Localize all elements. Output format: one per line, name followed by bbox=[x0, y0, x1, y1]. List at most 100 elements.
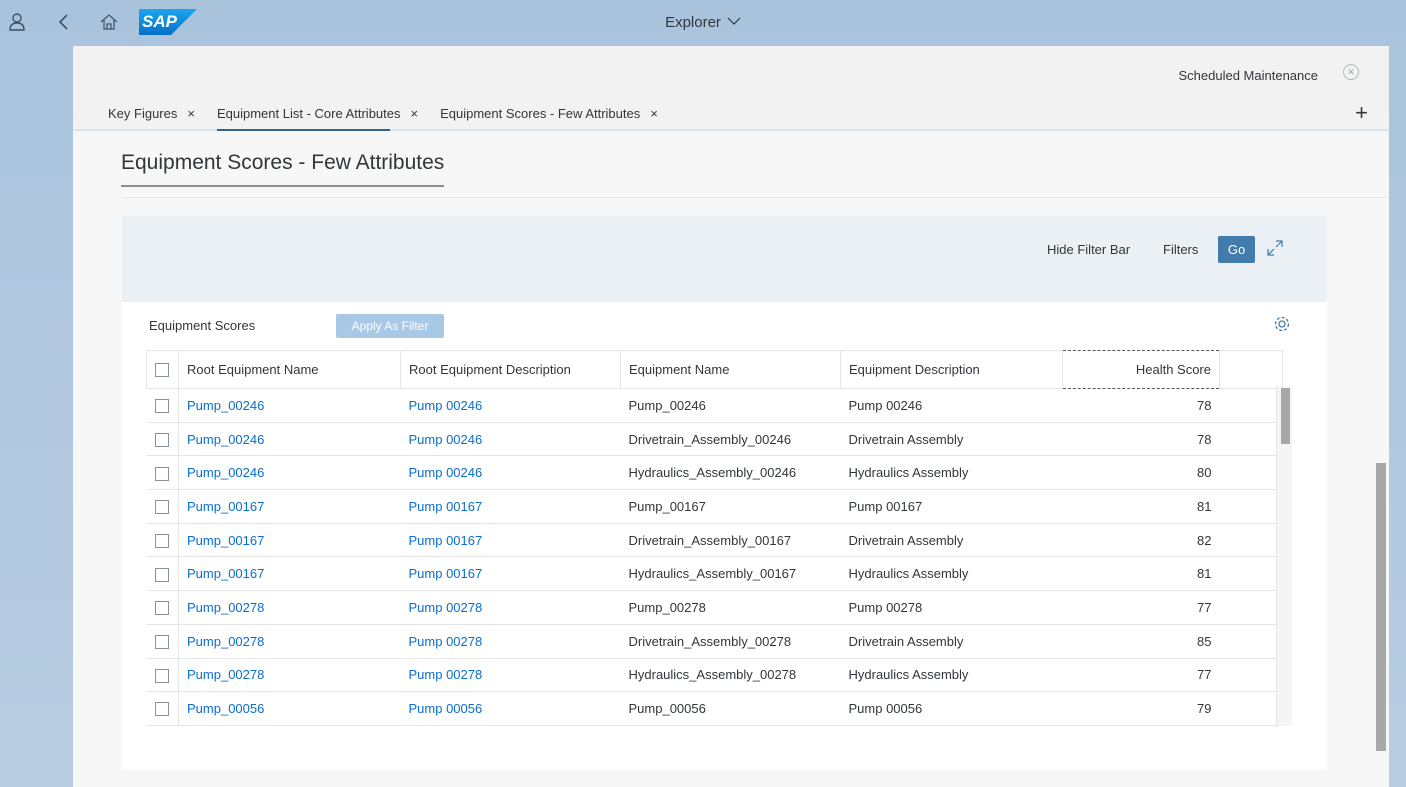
root-equipment-name-link[interactable]: Pump_00278 bbox=[187, 634, 264, 649]
filler-cell bbox=[1219, 624, 1283, 659]
table-cell: Pump_00167 bbox=[178, 489, 401, 524]
select-all-checkbox[interactable] bbox=[155, 363, 169, 378]
table-cell: Hydraulics Assembly bbox=[840, 455, 1063, 491]
root-equipment-description-link[interactable]: Pump 00167 bbox=[409, 499, 483, 514]
filler-cell bbox=[1219, 590, 1283, 625]
shell-title-text: Explorer bbox=[665, 14, 721, 31]
table-row[interactable]: Pump_00278 Pump 00278 Pump_00278 Pump 00278… bbox=[146, 590, 1283, 625]
add-icon[interactable]: + bbox=[1355, 100, 1368, 126]
row-checkbox[interactable] bbox=[154, 567, 169, 582]
table-cell: Pump 00167 bbox=[840, 489, 1063, 524]
sap-logo[interactable]: SAP bbox=[139, 9, 197, 35]
table-scrollbar[interactable] bbox=[1276, 386, 1292, 726]
tab-equipment-list[interactable]: Equipment List - Core Attributes × bbox=[216, 106, 419, 131]
root-equipment-name-link[interactable]: Pump_00246 bbox=[187, 398, 264, 413]
root-equipment-name-link[interactable]: Pump_00167 bbox=[187, 499, 264, 514]
row-checkbox[interactable] bbox=[154, 533, 169, 548]
root-equipment-name-link[interactable]: Pump_00278 bbox=[187, 667, 264, 682]
column-header[interactable]: Health Score bbox=[1062, 350, 1220, 389]
table-row[interactable]: Pump_00246 Pump 00246 Drivetrain_Assembly_… bbox=[146, 422, 1283, 457]
row-checkbox[interactable] bbox=[154, 399, 169, 414]
root-equipment-description-link[interactable]: Pump 00056 bbox=[409, 701, 483, 716]
table-row[interactable]: Pump_00246 Pump 00246 Hydraulics_Assembly_… bbox=[146, 455, 1283, 491]
root-equipment-description-link[interactable]: Pump 00167 bbox=[409, 566, 483, 581]
row-select-cell bbox=[146, 658, 179, 693]
table-row[interactable]: Pump_00056 Pump 00056 Pump_00056 Pump 00056… bbox=[146, 691, 1283, 726]
root-equipment-name-link[interactable]: Pump_00167 bbox=[187, 566, 264, 581]
expand-icon[interactable] bbox=[1265, 238, 1285, 258]
tab-close-icon[interactable]: × bbox=[650, 106, 658, 121]
scrollbar-thumb[interactable] bbox=[1281, 388, 1290, 444]
column-header[interactable]: Root Equipment Name bbox=[178, 350, 401, 389]
row-checkbox[interactable] bbox=[154, 668, 169, 683]
table-row[interactable]: Pump_00167 Pump 00167 Pump_00167 Pump 00167… bbox=[146, 489, 1283, 524]
hide-filter-bar-button[interactable]: Hide Filter Bar bbox=[1047, 242, 1130, 257]
equipment-name: Drivetrain_Assembly_00167 bbox=[628, 532, 792, 548]
column-header[interactable]: Equipment Name bbox=[620, 350, 841, 389]
root-equipment-description-link[interactable]: Pump 00278 bbox=[409, 600, 483, 615]
table-cell: Pump_00278 bbox=[620, 590, 841, 625]
select-all-cell bbox=[146, 350, 179, 389]
filters-button[interactable]: Filters bbox=[1163, 242, 1198, 257]
table-cell: 81 bbox=[1062, 556, 1220, 592]
root-equipment-description-link[interactable]: Pump 00167 bbox=[409, 533, 483, 548]
page-scrollbar[interactable] bbox=[1376, 463, 1386, 751]
root-equipment-description-link[interactable]: Pump 00278 bbox=[409, 634, 483, 649]
root-equipment-name-link[interactable]: Pump_00246 bbox=[187, 432, 264, 447]
back-icon[interactable] bbox=[53, 11, 75, 33]
home-icon[interactable] bbox=[98, 11, 120, 33]
sap-logo-text: SAP bbox=[142, 12, 177, 31]
equipment-description: Pump 00167 bbox=[848, 498, 923, 514]
go-button[interactable]: Go bbox=[1218, 236, 1255, 263]
table-cell: Drivetrain_Assembly_00278 bbox=[620, 624, 841, 659]
table-cell: Drivetrain Assembly bbox=[840, 624, 1063, 659]
root-equipment-description-link[interactable]: Pump 00246 bbox=[409, 432, 483, 447]
table-cell: 85 bbox=[1062, 624, 1220, 659]
filler-cell bbox=[1219, 556, 1283, 592]
row-checkbox[interactable] bbox=[154, 432, 169, 447]
root-equipment-name-link[interactable]: Pump_00056 bbox=[187, 701, 264, 716]
root-equipment-name-link[interactable]: Pump_00167 bbox=[187, 533, 264, 548]
tab-equipment-scores[interactable]: Equipment Scores - Few Attributes × bbox=[440, 106, 658, 129]
health-score: 81 bbox=[1197, 498, 1212, 514]
tab-key-figures[interactable]: Key Figures × bbox=[108, 106, 195, 129]
table-cell: 80 bbox=[1062, 455, 1220, 491]
column-header[interactable]: Root Equipment Description bbox=[400, 350, 621, 389]
health-score: 78 bbox=[1197, 431, 1212, 447]
table-cell: Drivetrain_Assembly_00246 bbox=[620, 422, 841, 457]
apply-as-filter-button[interactable]: Apply As Filter bbox=[336, 314, 444, 338]
table-cell: Pump 00278 bbox=[400, 590, 621, 625]
root-equipment-description-link[interactable]: Pump 00246 bbox=[409, 398, 483, 413]
row-checkbox[interactable] bbox=[154, 601, 169, 616]
equipment-name: Pump_00167 bbox=[628, 498, 706, 514]
column-header[interactable]: Equipment Description bbox=[840, 350, 1063, 389]
shell-bar: SAP Explorer bbox=[0, 0, 1406, 46]
row-checkbox[interactable] bbox=[154, 500, 169, 515]
root-equipment-description-link[interactable]: Pump 00278 bbox=[409, 667, 483, 682]
app-switcher[interactable]: Explorer bbox=[665, 14, 741, 31]
close-circle-icon[interactable]: ✕ bbox=[1343, 64, 1359, 80]
root-equipment-name-link[interactable]: Pump_00246 bbox=[187, 465, 264, 480]
row-checkbox[interactable] bbox=[154, 466, 169, 481]
column-header-filler bbox=[1219, 350, 1283, 389]
root-equipment-name-link[interactable]: Pump_00278 bbox=[187, 600, 264, 615]
equipment-description: Drivetrain Assembly bbox=[848, 633, 964, 649]
tab-close-icon[interactable]: × bbox=[411, 106, 419, 121]
equipment-name: Drivetrain_Assembly_00246 bbox=[628, 431, 792, 447]
table-row[interactable]: Pump_00278 Pump 00278 Hydraulics_Assembly_… bbox=[146, 658, 1283, 693]
root-equipment-description-link[interactable]: Pump 00246 bbox=[409, 465, 483, 480]
settings-icon[interactable] bbox=[1273, 315, 1291, 333]
table-cell: Pump 00167 bbox=[400, 556, 621, 592]
row-checkbox[interactable] bbox=[154, 634, 169, 649]
row-checkbox[interactable] bbox=[154, 702, 169, 717]
table-row[interactable]: Pump_00278 Pump 00278 Drivetrain_Assembly_… bbox=[146, 624, 1283, 659]
table-row[interactable]: Pump_00167 Pump 00167 Hydraulics_Assembly_… bbox=[146, 556, 1283, 592]
table-row[interactable]: Pump_00167 Pump 00167 Drivetrain_Assembly_… bbox=[146, 523, 1283, 558]
equipment-description: Drivetrain Assembly bbox=[848, 532, 964, 548]
row-select-cell bbox=[146, 590, 179, 625]
tab-close-icon[interactable]: × bbox=[187, 106, 195, 121]
user-icon[interactable] bbox=[6, 11, 28, 33]
scheduled-maintenance-link[interactable]: Scheduled Maintenance bbox=[1179, 68, 1319, 83]
table-cell: Pump 00246 bbox=[400, 422, 621, 457]
table-row[interactable]: Pump_00246 Pump 00246 Pump_00246 Pump 00246… bbox=[146, 388, 1283, 423]
